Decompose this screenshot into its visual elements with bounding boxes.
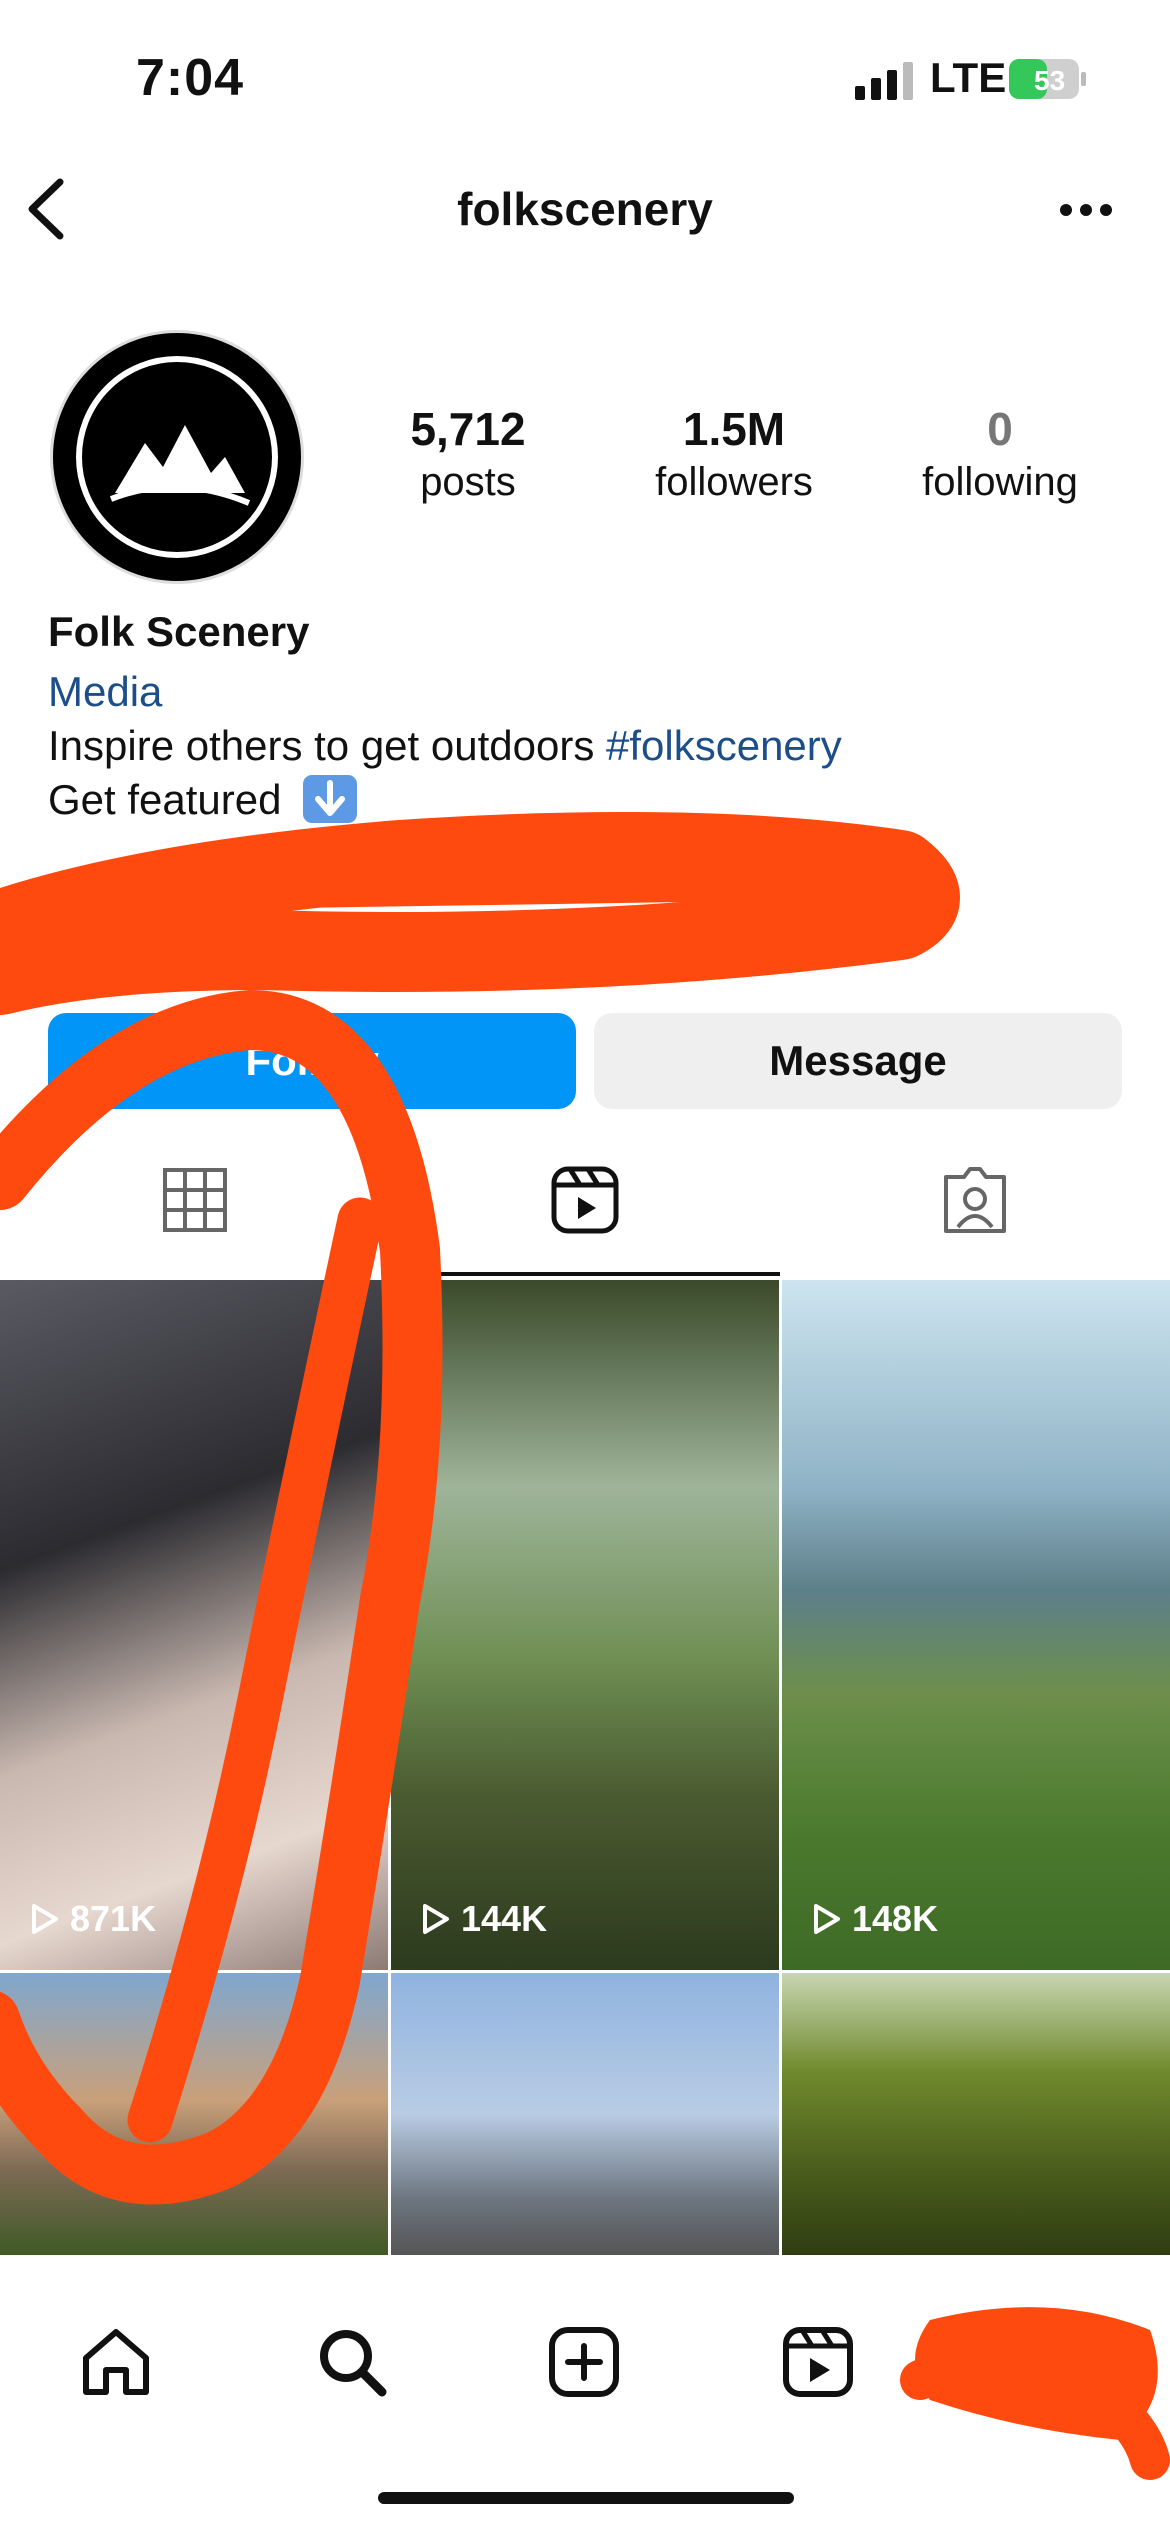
create-icon[interactable] [546,2324,622,2400]
bio-hashtag-link[interactable]: #folkscenery [606,722,842,769]
stat-value: 0 [987,403,1013,455]
message-button[interactable]: Message [594,1013,1122,1109]
bio-line-featured: Get featured [48,774,358,827]
stat-posts[interactable]: 5,712 posts [358,402,578,505]
bio-text-body: Inspire others to get outdoors [48,722,606,769]
view-count-text: 871K [70,1898,157,1939]
stat-followers[interactable]: 1.5M followers [624,402,844,505]
play-icon [814,1904,840,1934]
stat-value: 5,712 [410,403,526,455]
grid-icon[interactable] [160,1165,230,1235]
stat-following[interactable]: 0 following [890,402,1110,505]
mountain-logo-icon [76,356,278,558]
reel-thumbnail[interactable]: 148K [782,1280,1170,1970]
stat-label: followers [655,460,813,504]
signal-icon [855,62,913,100]
view-count: 144K [417,1898,547,1940]
status-time: 7:04 [136,49,245,107]
view-count: 148K [808,1898,938,1940]
home-icon[interactable] [78,2324,154,2400]
stat-label: following [922,460,1078,504]
reel-thumbnail[interactable] [391,1973,779,2255]
mutual-follower-avatar[interactable] [50,880,130,960]
profile-username: folkscenery [457,183,713,235]
view-count-text: 148K [852,1898,939,1939]
bio-featured-text: Get featured [48,776,282,823]
active-tab-indicator [390,1272,780,1276]
reels-icon[interactable] [780,2324,856,2400]
reel-thumbnail[interactable]: 871K [0,1280,388,1970]
stat-label: posts [420,460,516,504]
battery-percent: 53 [1034,65,1065,96]
reel-thumbnail[interactable] [782,1973,1170,2255]
play-icon [423,1904,449,1934]
profile-category: Media [48,668,163,715]
reels-icon[interactable] [550,1165,620,1235]
reel-thumbnail[interactable] [0,1973,388,2255]
more-options-icon[interactable] [1058,200,1114,220]
profile-display-name: Folk Scenery [48,608,310,655]
view-count: 871K [26,1898,156,1940]
follow-button[interactable]: Follow [48,1013,576,1109]
bio-text: Inspire others to get outdoors #folkscen… [48,722,842,770]
play-icon [32,1904,58,1934]
battery-icon: 53 [1009,59,1086,99]
home-indicator [378,2492,794,2504]
profile-avatar[interactable] [50,330,304,584]
stat-value: 1.5M [682,403,786,455]
tagged-icon[interactable] [940,1165,1010,1235]
reel-thumbnail[interactable]: 144K [391,1280,779,1970]
view-count-text: 144K [461,1898,548,1939]
search-icon[interactable] [314,2324,390,2400]
network-label: LTE [930,54,1007,101]
down-arrow-icon [303,774,358,823]
